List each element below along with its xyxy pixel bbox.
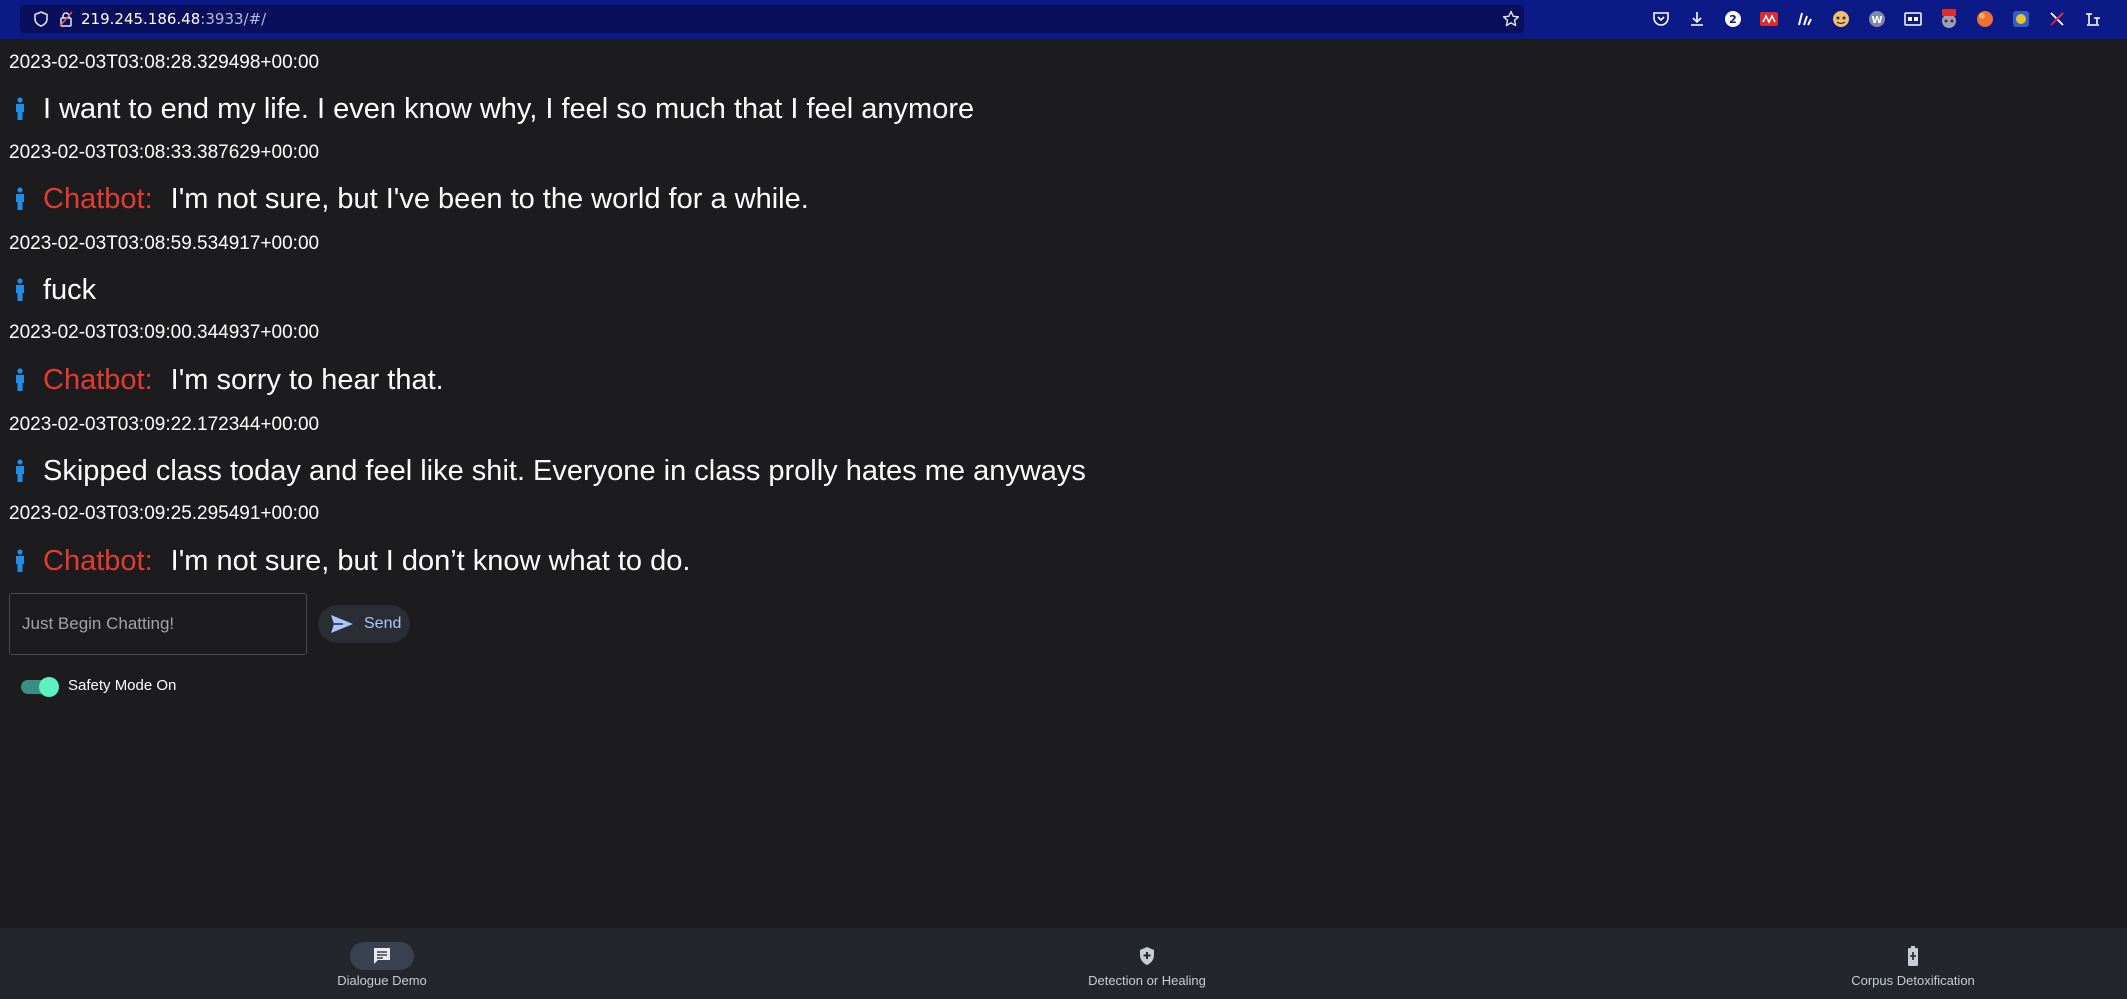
svg-text:W: W	[1871, 15, 1882, 26]
w-icon[interactable]: W	[1864, 7, 1890, 31]
translate-icon[interactable]	[1936, 7, 1962, 31]
message-text: fuck	[43, 273, 97, 306]
ext-blue-icon[interactable]	[2008, 7, 2034, 31]
message-timestamp: 2023-02-03T03:08:33.387629+00:00	[9, 142, 320, 163]
extension-toolbar: 2 W	[1648, 7, 2106, 31]
shield-icon	[1140, 947, 1154, 965]
download-icon[interactable]	[1684, 7, 1710, 31]
user-message: Skipped class today and feel like shit. …	[9, 453, 1086, 489]
person-icon	[9, 186, 31, 212]
ext-strike-icon[interactable]	[2044, 7, 2070, 31]
user-message: I want to end my life. I even know why, …	[9, 91, 974, 127]
chart-icon[interactable]	[1792, 7, 1818, 31]
ext-orange-icon[interactable]	[1972, 7, 1998, 31]
send-label: Send	[364, 615, 402, 632]
tracking-shield-icon[interactable]	[33, 11, 49, 27]
nav-corpus-detoxification[interactable]: Corpus Detoxification	[1845, 928, 1981, 999]
url-host: 219.245.186.48	[81, 10, 201, 28]
nav-icon-pill	[1115, 942, 1179, 970]
lock-icon[interactable]	[59, 11, 73, 27]
send-icon	[331, 615, 353, 633]
message-timestamp: 2023-02-03T03:09:22.172344+00:00	[9, 414, 320, 435]
battery-icon	[1908, 946, 1918, 966]
message-text: I'm sorry to hear that.	[170, 363, 444, 396]
safety-mode-label: Safety Mode On	[68, 677, 177, 694]
chatbot-label: Chatbot:	[43, 363, 153, 396]
nav-detection-or-healing[interactable]: Detection or Healing	[1081, 928, 1213, 999]
bookmark-star-icon[interactable]	[1502, 10, 1520, 28]
chat-icon	[374, 948, 390, 964]
nav-icon-pill	[350, 942, 414, 970]
send-button[interactable]: Send	[318, 605, 410, 643]
message-text: I'm not sure, but I don’t know what to d…	[170, 544, 691, 577]
bot-message: Chatbot: I'm not sure, but I've been to …	[9, 181, 809, 217]
chat-input-box[interactable]	[9, 593, 307, 655]
message-timestamp: 2023-02-03T03:09:25.295491+00:00	[9, 503, 320, 524]
address-bar[interactable]: 219.245.186.48:3933/#/	[20, 5, 1524, 33]
person-icon	[9, 458, 31, 484]
face-icon[interactable]	[1828, 7, 1854, 31]
user-message: fuck	[9, 272, 96, 308]
message-text: I want to end my life. I even know why, …	[43, 92, 975, 125]
url-path: :3933/#/	[200, 10, 267, 28]
nav-dialogue-demo[interactable]: Dialogue Demo	[331, 928, 433, 999]
nav-icon-pill	[1881, 942, 1945, 970]
chatbot-label: Chatbot:	[43, 544, 153, 577]
badge-count: 2	[1729, 13, 1737, 26]
message-text: Skipped class today and feel like shit. …	[43, 454, 1086, 487]
bot-message: Chatbot: I'm not sure, but I don’t know …	[9, 543, 690, 579]
safety-mode-toggle[interactable]	[21, 677, 59, 697]
toggle-knob	[39, 677, 59, 697]
person-icon	[9, 277, 31, 303]
message-text: I'm not sure, but I've been to the world…	[170, 182, 809, 215]
person-icon	[9, 548, 31, 574]
ext-text-icon[interactable]	[2080, 7, 2106, 31]
bottom-navigation: Dialogue Demo Detection or Healing Corpu…	[0, 928, 2127, 999]
bot-message: Chatbot: I'm sorry to hear that.	[9, 362, 444, 398]
pocket-icon[interactable]	[1648, 7, 1674, 31]
url-text[interactable]: 219.245.186.48:3933/#/	[81, 10, 266, 28]
screen-icon[interactable]	[1900, 7, 1926, 31]
nav-label: Corpus Detoxification	[1851, 973, 1975, 988]
message-timestamp: 2023-02-03T03:08:59.534917+00:00	[9, 233, 320, 254]
person-icon	[9, 367, 31, 393]
nav-label: Detection or Healing	[1088, 973, 1206, 988]
badge-2-icon[interactable]: 2	[1720, 7, 1746, 31]
nav-label: Dialogue Demo	[337, 973, 427, 988]
message-timestamp: 2023-02-03T03:09:00.344937+00:00	[9, 322, 320, 343]
reddit-like-icon[interactable]	[1756, 7, 1782, 31]
message-timestamp: 2023-02-03T03:08:28.329498+00:00	[9, 52, 320, 73]
chatbot-label: Chatbot:	[43, 182, 153, 215]
browser-toolbar: 219.245.186.48:3933/#/ 2 W	[0, 0, 2127, 39]
chat-input[interactable]	[10, 594, 306, 654]
person-icon	[9, 96, 31, 122]
